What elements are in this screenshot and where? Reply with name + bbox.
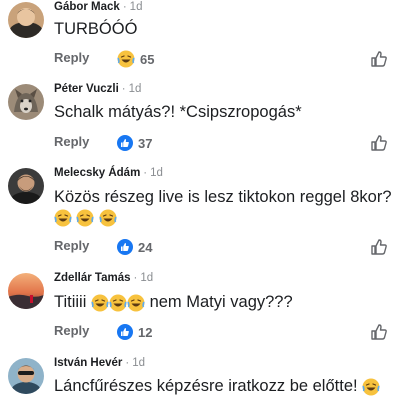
comment-text-end: nem Matyi vagy??? [149, 293, 293, 311]
timestamp[interactable]: 1d [130, 1, 143, 13]
comment-meta: Melecsky Ádám · 1d [54, 167, 163, 179]
comment-2: Péter Vuczli · 1d Schalk mátyás?! *Csipszr… [0, 82, 400, 152]
reaction-count: 37 [138, 135, 153, 151]
comment-meta: István Hevér · 1d [54, 357, 146, 369]
comment-actions: Reply 24 [54, 238, 400, 258]
laughing-tears-icon [54, 209, 72, 227]
laughing-tears-icon [76, 209, 95, 227]
reaction-summary[interactable]: 65 [117, 50, 154, 68]
comment-4: Zdellár Tamás · 1d Titiiii nem Matyi vagy?… [0, 271, 400, 343]
comment-text: Schalk mátyás?! *Csipszropogás* [54, 103, 302, 121]
timestamp[interactable]: 1d [129, 83, 142, 95]
comment-actions: Reply 37 [54, 134, 400, 154]
reaction-summary[interactable]: 12 [117, 323, 152, 341]
thumbs-up-icon[interactable] [370, 134, 388, 152]
reply-button[interactable]: Reply [54, 323, 89, 338]
comment-text: Titiiii nem Matyi vagy??? [54, 293, 293, 312]
laughing-tears-icon [127, 294, 145, 312]
avatar[interactable] [8, 2, 44, 38]
laughing-tears-icon [91, 294, 109, 312]
reply-button[interactable]: Reply [54, 50, 89, 65]
comment-meta: Péter Vuczli · 1d [54, 83, 142, 95]
reaction-count: 12 [138, 324, 153, 340]
reaction-count: 24 [138, 239, 153, 255]
like-icon [117, 135, 133, 151]
laughing-tears-icon [99, 209, 117, 227]
timestamp[interactable]: 1d [140, 272, 153, 284]
like-icon [117, 239, 133, 255]
reaction-summary[interactable]: 37 [117, 134, 152, 152]
haha-emoji-icon [117, 50, 135, 68]
comment-1: Gábor Mack · 1d TURBÓÓÓ Reply 65 [0, 0, 400, 72]
comment-actions: Reply 65 [54, 50, 400, 70]
author-name[interactable]: Zdellár Tamás [54, 272, 131, 284]
avatar[interactable] [8, 358, 44, 394]
reply-button[interactable]: Reply [54, 238, 89, 253]
avatar[interactable] [8, 273, 44, 309]
comment-3: Melecsky Ádám · 1d Közös részeg live is le… [0, 166, 400, 260]
like-icon [117, 324, 133, 340]
comment-meta: Zdellár Tamás · 1d [54, 272, 154, 284]
reaction-summary[interactable]: 24 [117, 238, 152, 256]
reaction-count: 65 [140, 51, 155, 67]
comment-text-body: Láncfűrészes képzésre iratkozz be előtte… [54, 377, 358, 395]
comment-text: Közös részeg live is lesz tiktokon regge… [54, 188, 392, 206]
reply-button[interactable]: Reply [54, 134, 89, 149]
thumbs-up-icon[interactable] [370, 323, 388, 341]
comment-text: Láncfűrészes képzésre iratkozz be előtte… [54, 377, 380, 396]
laughing-tears-icon [362, 378, 380, 396]
avatar[interactable] [8, 84, 44, 120]
comment-actions: Reply 12 [54, 323, 400, 343]
timestamp[interactable]: 1d [132, 357, 145, 369]
avatar[interactable] [8, 168, 44, 204]
thumbs-up-icon[interactable] [370, 238, 388, 256]
laughing-tears-icon [109, 294, 127, 312]
author-name[interactable]: Péter Vuczli [54, 83, 119, 95]
comment-text-start: Titiiii [54, 293, 87, 311]
emoji-row [54, 209, 117, 229]
author-name[interactable]: István Hevér [54, 357, 122, 369]
author-name[interactable]: Melecsky Ádám [54, 167, 140, 179]
thumbs-up-icon[interactable] [370, 50, 388, 68]
comment-5: István Hevér · 1d Láncfűrészes képzésre ir… [0, 356, 400, 400]
comment-meta: Gábor Mack · 1d [54, 1, 143, 13]
author-name[interactable]: Gábor Mack [54, 1, 120, 13]
timestamp[interactable]: 1d [150, 167, 163, 179]
comment-text: TURBÓÓÓ [54, 20, 138, 38]
